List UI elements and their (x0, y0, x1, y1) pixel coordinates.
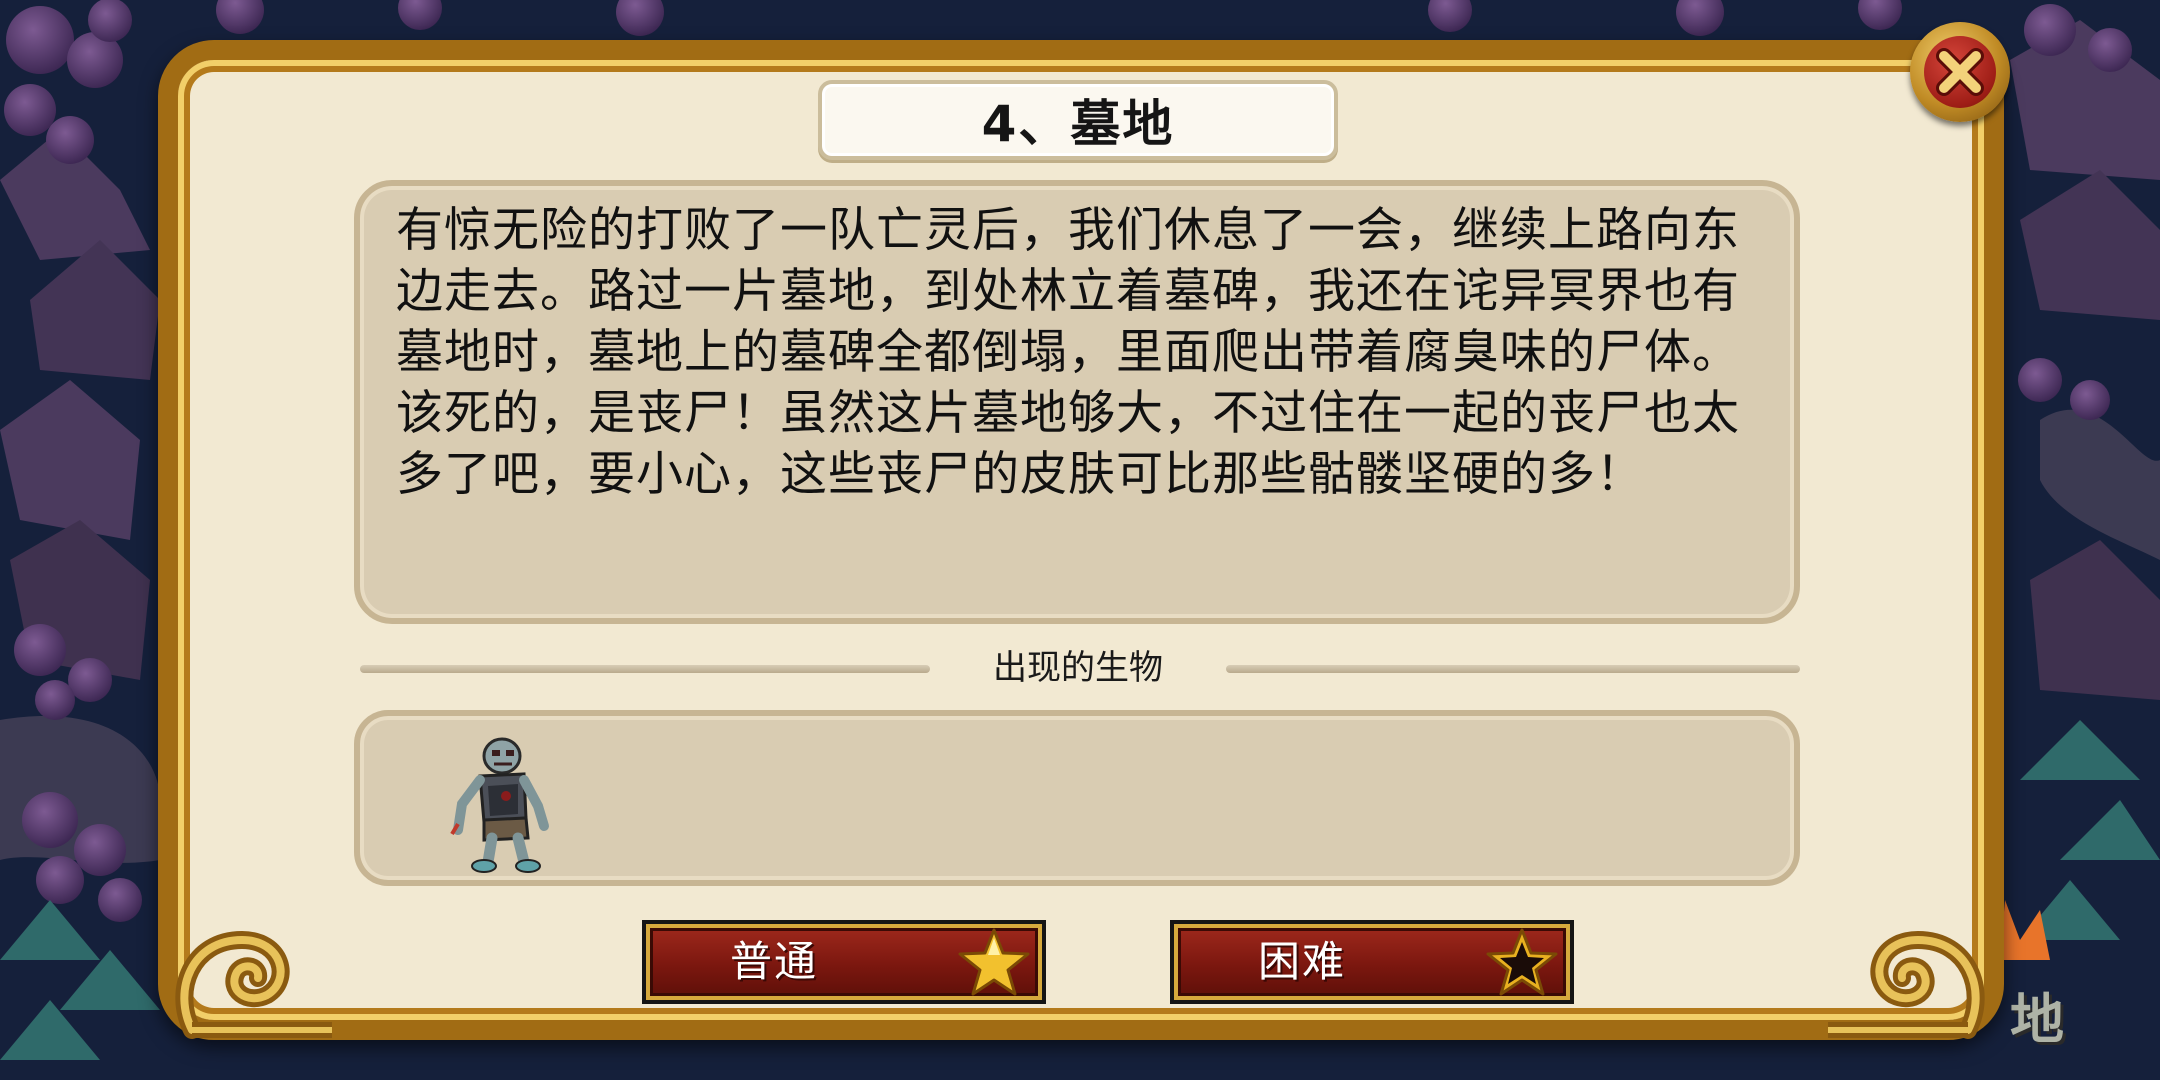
story-text: 有惊无险的打败了一队亡灵后，我们休息了一会，继续上路向东边走去。路过一片墓地，到… (396, 203, 1740, 502)
close-icon (1936, 48, 1984, 96)
divider-line (1226, 665, 1800, 673)
map-location-label: 地 (2010, 988, 2064, 1051)
hard-difficulty-button[interactable]: 困难 (1170, 920, 1574, 1004)
close-button[interactable] (1910, 22, 2010, 122)
zombie-icon[interactable] (444, 734, 554, 874)
divider-line (360, 665, 930, 673)
normal-difficulty-button[interactable]: 普通 (642, 920, 1046, 1004)
creatures-panel (354, 710, 1800, 886)
creatures-section-divider: 出现的生物 (360, 650, 1800, 686)
creatures-heading: 出现的生物 (993, 648, 1163, 688)
stage-title-plate: 4、墓地 (818, 80, 1338, 160)
hard-difficulty-label: 困难 (1258, 937, 1347, 986)
scroll-ornament-icon (1828, 930, 1985, 1039)
dark-star-icon (1486, 928, 1558, 996)
stage-title: 4、墓地 (981, 95, 1175, 153)
scroll-ornament-icon (175, 930, 332, 1039)
gold-star-icon (958, 928, 1030, 996)
story-panel: 有惊无险的打败了一队亡灵后，我们休息了一会，继续上路向东边走去。路过一片墓地，到… (354, 180, 1800, 624)
normal-difficulty-label: 普通 (730, 937, 819, 986)
